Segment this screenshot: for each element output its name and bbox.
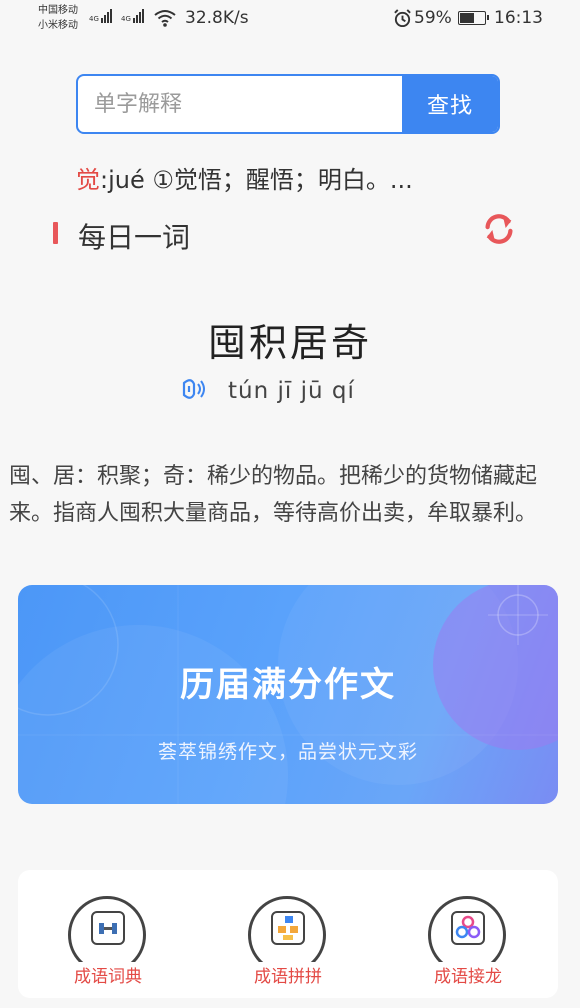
idiom-pinyin: tún jī jū qí [228,378,355,404]
tool-idiom-chain[interactable]: 成语接龙 [418,892,518,988]
chain-icon [451,911,485,945]
tool-idiom-puzzle[interactable]: 成语拼拼 [238,892,338,988]
search-button[interactable]: 查找 [402,76,498,132]
banner-subtitle: 荟萃锦绣作文，品尝状元文彩 [157,741,418,763]
tool-idiom-dictionary[interactable]: 成语词典 [58,892,158,988]
search-box: 查找 [76,74,500,134]
carrier-info: 中国移动 小米移动 [38,3,78,33]
refresh-icon[interactable] [480,210,518,248]
alarm-icon [394,9,411,28]
essay-banner[interactable]: 历届满分作文 荟萃锦绣作文，品尝状元文彩 [18,585,558,804]
definition-character: 觉 [76,166,100,194]
tool-label: 成语词典 [58,962,158,987]
carrier-1: 中国移动 [38,5,78,16]
wifi-icon [154,10,176,27]
net-speed: 32.8K/s [185,8,249,28]
banner-title: 历届满分作文 [180,665,396,705]
tool-label: 成语接龙 [418,962,518,987]
signal-1-icon: 4G [89,9,113,23]
idiom-explanation: 囤、居：积聚；奇：稀少的物品。把稀少的货物储藏起来。指商人囤积大量商品，等待高价… [9,464,538,526]
dictionary-icon [91,911,125,945]
tool-label: 成语拼拼 [238,962,338,987]
clock: 16:13 [494,8,543,28]
speaker-icon[interactable] [180,374,208,404]
character-definition[interactable]: 觉:jué ①觉悟；醒悟；明白。... [76,160,413,195]
section-title: 每日一词 [78,221,191,254]
puzzle-icon [271,911,305,945]
tools-panel: 成语词典 成语拼拼 成语接龙 [18,870,558,998]
carrier-2: 小米移动 [38,20,78,31]
battery-percent: 59% [414,8,452,28]
definition-text: :jué ①觉悟；醒悟；明白。... [100,166,413,194]
battery-icon [458,11,489,25]
signal-2-icon: 4G [121,9,145,23]
section-marker [53,222,58,244]
search-input[interactable] [78,76,404,132]
status-bar: 中国移动 小米移动 4G 4G 32.8K/s 59% 16:13 [0,0,580,38]
idiom-title: 囤积居奇 [207,321,372,365]
